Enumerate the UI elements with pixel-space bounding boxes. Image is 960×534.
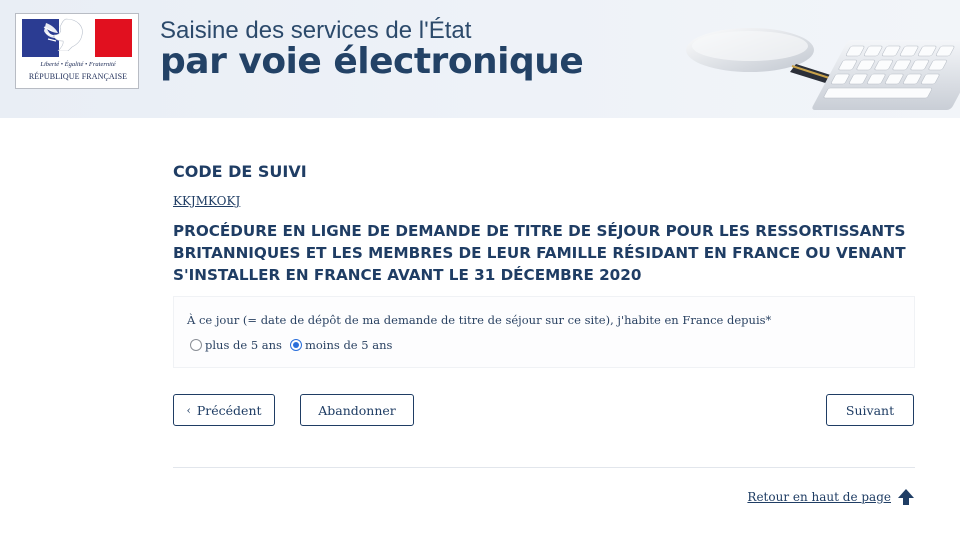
republique-francaise-logo[interactable]: Liberté • Égalité • Fraternité RÉPUBLIQU… [15, 13, 139, 89]
residence-question-box: À ce jour (= date de dépôt de ma demande… [173, 296, 915, 368]
abandon-button-label: Abandonner [318, 402, 396, 418]
previous-button-label: Précédent [196, 402, 262, 418]
site-title-line2: par voie électronique [160, 41, 584, 82]
radio-moins-5-ans[interactable] [289, 339, 302, 351]
back-to-top[interactable]: Retour en haut de page [747, 488, 915, 506]
back-to-top-link[interactable]: Retour en haut de page [747, 490, 891, 504]
radio-label-moins-5-ans[interactable]: moins de 5 ans [305, 338, 392, 352]
site-header: Liberté • Égalité • Fraternité RÉPUBLIQU… [0, 0, 960, 118]
residence-radio-group: plus de 5 ans moins de 5 ans [190, 338, 400, 352]
logo-motto: Liberté • Égalité • Fraternité [40, 61, 116, 68]
marianne-icon [43, 18, 83, 51]
radio-plus-5-ans[interactable] [190, 339, 202, 351]
next-button[interactable]: Suivant [826, 394, 914, 426]
procedure-title: PROCÉDURE EN LIGNE DE DEMANDE DE TITRE D… [173, 222, 906, 284]
tracking-code-link[interactable]: KKJMKOKJ [173, 194, 240, 208]
logo-republique: RÉPUBLIQUE FRANÇAISE [28, 72, 128, 81]
section-divider [173, 467, 915, 468]
tracking-code-heading: CODE DE SUIVI [173, 162, 307, 181]
previous-button[interactable]: ‹ Précédent [173, 394, 275, 426]
abandon-button[interactable]: Abandonner [300, 394, 414, 426]
desk-illustration [686, 28, 960, 110]
chevron-left-icon: ‹ [186, 403, 191, 417]
residence-question-label: À ce jour (= date de dépôt de ma demande… [187, 313, 772, 327]
radio-label-plus-5-ans[interactable]: plus de 5 ans [205, 338, 282, 352]
arrow-up-icon[interactable] [897, 488, 915, 506]
next-button-label: Suivant [845, 402, 895, 418]
